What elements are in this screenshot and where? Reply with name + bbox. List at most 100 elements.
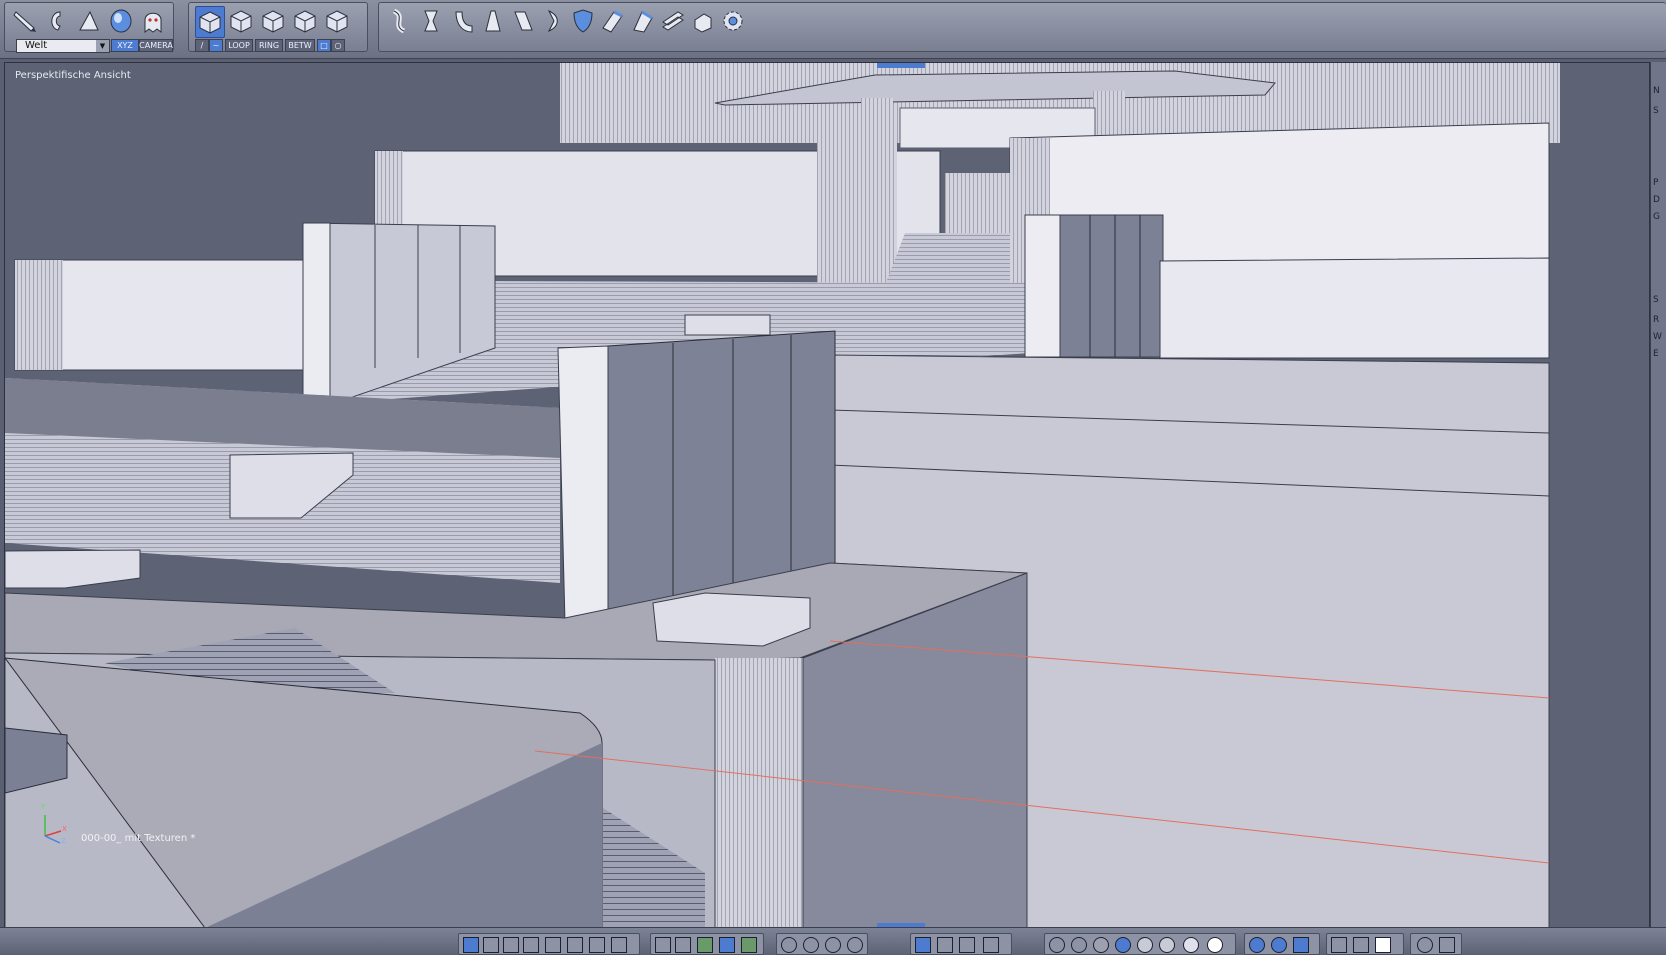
pen-icon[interactable]	[675, 937, 691, 953]
layout-stack-icon[interactable]	[589, 937, 605, 953]
deform-tool-group	[378, 2, 1666, 52]
scene-render	[5, 63, 1560, 928]
layout-group	[458, 933, 640, 955]
layout-triple-icon[interactable]	[523, 937, 539, 953]
settings-extra-icon[interactable]	[1439, 937, 1455, 953]
panel-letter: P	[1653, 178, 1659, 188]
eye-icon[interactable]	[847, 937, 863, 953]
central-pillar-front	[557, 345, 609, 624]
layout-split-icon[interactable]	[483, 937, 499, 953]
display-3-icon[interactable]	[1293, 937, 1309, 953]
rotate-icon[interactable]	[937, 937, 953, 953]
top-scroll-handle[interactable]	[877, 63, 925, 68]
scale-icon[interactable]	[959, 937, 975, 953]
hand-icon[interactable]	[689, 6, 717, 36]
circle-select-icon[interactable]: ○	[331, 39, 345, 52]
gear-icon[interactable]	[719, 6, 747, 36]
cube-poly-icon[interactable]	[291, 6, 319, 36]
brush-select-icon[interactable]: /	[195, 39, 209, 52]
shield-icon[interactable]	[569, 6, 597, 36]
layer-1-icon[interactable]	[1331, 937, 1347, 953]
material-sphere-icon[interactable]	[1183, 937, 1199, 953]
palette-icon[interactable]	[741, 937, 757, 953]
upper-gate	[945, 173, 1010, 233]
rotunda-column-1	[861, 98, 893, 148]
settings-gear-icon[interactable]	[1417, 937, 1433, 953]
left-mid-tower	[15, 260, 63, 370]
pencil-icon[interactable]	[11, 6, 39, 36]
cube-vertex-icon[interactable]	[195, 6, 225, 38]
flat-sphere-icon[interactable]	[1093, 937, 1109, 953]
zoom-icon[interactable]	[781, 937, 797, 953]
layout-horizontal-icon[interactable]	[503, 937, 519, 953]
layout-single-icon[interactable]	[463, 937, 479, 953]
rotunda-column-2	[1093, 91, 1125, 141]
perspective-viewport[interactable]: Perspektifische Ansicht Y X Z 000-00_ mi…	[4, 62, 1650, 929]
axis-x-label: X	[62, 825, 67, 833]
sphere-icon[interactable]	[107, 6, 135, 36]
upper-terrace-column	[817, 143, 897, 283]
viewport-title: Perspektifische Ansicht	[15, 70, 131, 81]
panel-letter: D	[1653, 195, 1660, 205]
betw-button[interactable]: BETW	[285, 39, 315, 52]
wire-globe-icon[interactable]	[1049, 937, 1065, 953]
selection-group: / ~ LOOP RING BETW □ ○	[188, 2, 368, 52]
chevron-down-icon: ▼	[96, 40, 109, 52]
loop-button[interactable]: LOOP	[225, 39, 253, 52]
ghost-icon[interactable]	[139, 6, 167, 36]
right-side-panel[interactable]: N S P D G S R W E	[1650, 62, 1666, 927]
flatten-icon[interactable]	[629, 6, 657, 36]
panel-letter: G	[1653, 212, 1660, 222]
layout-quad-icon[interactable]	[545, 937, 561, 953]
hidden-line-globe-icon[interactable]	[1071, 937, 1087, 953]
lasso-select-icon[interactable]: ~	[209, 39, 223, 52]
texture-grid-icon[interactable]	[697, 937, 713, 953]
stair-landing	[684, 314, 771, 336]
axis-y-label: Y	[41, 803, 46, 811]
grid-icon[interactable]	[655, 937, 671, 953]
taper-icon[interactable]	[479, 6, 507, 36]
cube-object-icon[interactable]	[323, 6, 351, 36]
cube-face-icon[interactable]	[259, 6, 287, 36]
view-options-group	[650, 933, 764, 955]
panel-letter: W	[1653, 332, 1662, 342]
xyz-toggle[interactable]: XYZ	[111, 39, 139, 52]
display-1-icon[interactable]	[1249, 937, 1265, 953]
extrude-icon[interactable]	[599, 6, 627, 36]
move-icon[interactable]	[915, 937, 931, 953]
pan-icon[interactable]	[803, 937, 819, 953]
layer-3-icon[interactable]	[1375, 937, 1391, 953]
panel-letter: N	[1653, 86, 1660, 96]
camera-toggle[interactable]: CAMERA	[139, 39, 173, 52]
layout-wide-icon[interactable]	[567, 937, 583, 953]
scene-name: 000-00_ mit Texturen *	[81, 833, 196, 844]
navigation-group	[776, 933, 868, 955]
shear-icon[interactable]	[509, 6, 537, 36]
axis-z-label: Z	[61, 837, 66, 845]
render-sphere-icon[interactable]	[1207, 937, 1223, 953]
stack-icon[interactable]	[659, 6, 687, 36]
bend-icon[interactable]	[449, 6, 477, 36]
shading-group	[1044, 933, 1236, 955]
orbit-icon[interactable]	[825, 937, 841, 953]
light-icon[interactable]	[983, 937, 999, 953]
upper-stairs	[885, 233, 1010, 285]
rect-select-icon[interactable]: □	[317, 39, 331, 52]
textured-sphere-icon[interactable]	[1159, 937, 1175, 953]
smooth-sphere-icon[interactable]	[1115, 937, 1131, 953]
cube-edge-icon[interactable]	[227, 6, 255, 36]
pinch-icon[interactable]	[417, 6, 445, 36]
coordinate-system-dropdown[interactable]: Welt ▼	[16, 39, 110, 53]
settings-group	[1410, 933, 1462, 955]
display-2-icon[interactable]	[1271, 937, 1287, 953]
layer-2-icon[interactable]	[1353, 937, 1369, 953]
ring-button[interactable]: RING	[255, 39, 283, 52]
manipulator-group	[910, 933, 1012, 955]
hook-icon[interactable]	[43, 6, 71, 36]
table-icon[interactable]	[719, 937, 735, 953]
knife-icon[interactable]	[75, 6, 103, 36]
twist-icon[interactable]	[385, 6, 413, 36]
layout-grid-icon[interactable]	[611, 937, 627, 953]
bulge-icon[interactable]	[539, 6, 567, 36]
shaded-sphere-icon[interactable]	[1137, 937, 1153, 953]
